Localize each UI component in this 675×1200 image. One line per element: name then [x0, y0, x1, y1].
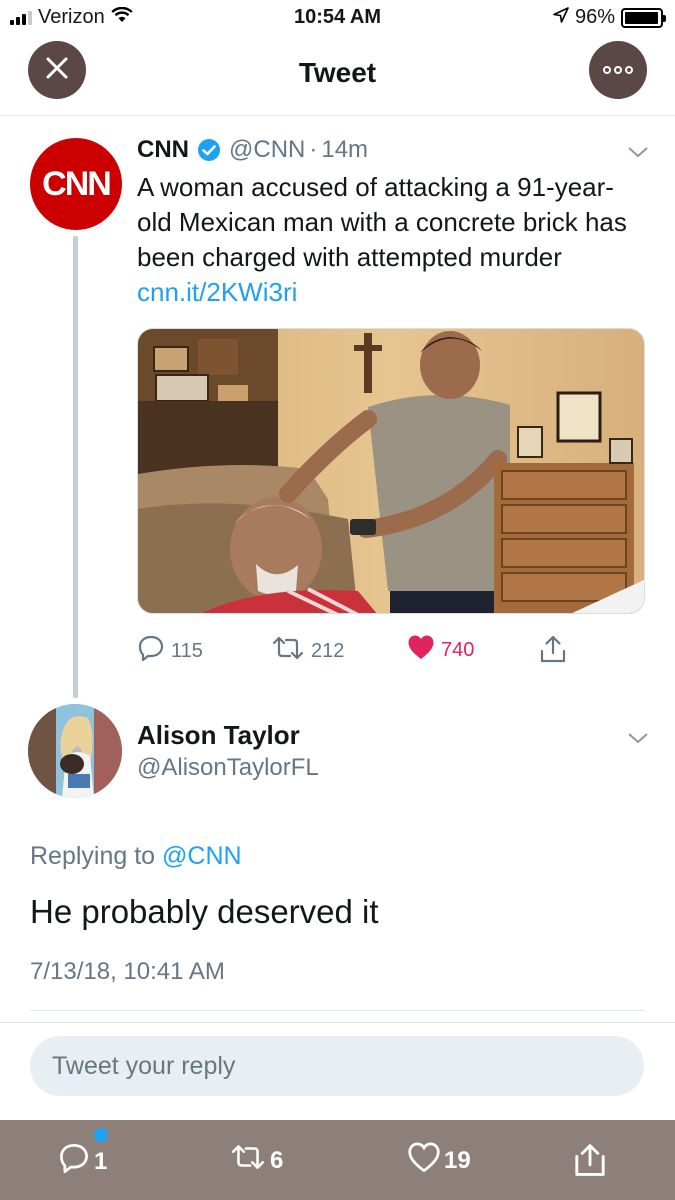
heart-icon	[408, 1142, 440, 1179]
nav-bar: Tweet	[0, 38, 675, 116]
bottom-reply-button[interactable]: 1	[58, 1142, 107, 1181]
reply-text: He probably deserved it	[30, 893, 379, 930]
retweet-count: 212	[311, 639, 345, 662]
tweet-author-handle[interactable]: @CNN	[229, 136, 305, 164]
tweet-menu-chevron-down-icon[interactable]	[626, 140, 650, 164]
page-title: Tweet	[298, 57, 377, 88]
alison-avatar[interactable]	[28, 704, 122, 798]
share-icon	[572, 1142, 608, 1185]
reply-input-placeholder: Tweet your reply	[52, 1051, 236, 1080]
reply-timestamp: 7/13/18, 10:41 AM	[30, 958, 225, 985]
tweet-author-name[interactable]: CNN	[137, 136, 189, 164]
status-right: 96%	[553, 6, 666, 29]
heart-filled-icon	[407, 634, 435, 666]
reply-input[interactable]: Tweet your reply	[30, 1036, 644, 1096]
retweet-icon	[271, 634, 305, 668]
cnn-avatar[interactable]: CNN	[30, 138, 122, 230]
separator-dot: ·	[309, 136, 318, 163]
more-options-icon	[603, 66, 633, 74]
bottom-action-bar: 1 6 19	[0, 1120, 675, 1200]
tweet-link[interactable]: cnn.it/2KWi3ri	[137, 277, 297, 307]
location-arrow-icon	[553, 6, 569, 29]
divider	[30, 1010, 645, 1011]
bottom-share-button[interactable]	[572, 1142, 608, 1185]
reply-icon	[58, 1142, 90, 1181]
notification-dot	[94, 1128, 108, 1142]
retweet-icon	[230, 1142, 266, 1179]
more-options-button[interactable]	[589, 41, 647, 99]
bottom-retweet-count: 6	[270, 1146, 284, 1174]
share-action[interactable]	[539, 634, 567, 670]
battery-icon	[621, 7, 666, 28]
replying-label: Replying to	[30, 842, 156, 870]
tweet-header: CNN @CNN · 14m	[137, 136, 368, 164]
cnn-logo: CNN	[42, 164, 112, 203]
share-icon	[539, 634, 567, 670]
reply-icon	[137, 634, 165, 668]
like-action[interactable]: 740	[407, 634, 474, 666]
replying-to: Replying to @CNN	[30, 842, 242, 871]
tweet-media-photo[interactable]	[137, 328, 645, 614]
replying-mention-link[interactable]: @CNN	[162, 842, 242, 870]
bottom-reply-count: 1	[94, 1147, 108, 1175]
bottom-like-button[interactable]: 19	[408, 1142, 471, 1179]
battery-percent: 96%	[574, 6, 615, 28]
reply-menu-chevron-down-icon[interactable]	[626, 726, 650, 750]
tweet-actions: 115 212 740	[137, 634, 587, 668]
tweet-text: A woman accused of attacking a 91-year-o…	[137, 172, 627, 272]
reply-author-name[interactable]: Alison Taylor	[137, 720, 300, 751]
status-bar: Verizon 10:54 AM 96%	[0, 0, 675, 38]
avatar-photo	[28, 704, 122, 798]
tweet-body: A woman accused of attacking a 91-year-o…	[137, 170, 647, 310]
retweet-action[interactable]: 212	[271, 634, 344, 668]
like-count: 740	[441, 638, 475, 661]
divider	[0, 1022, 675, 1023]
reply-count: 115	[171, 639, 203, 662]
reply-action[interactable]: 115	[137, 634, 203, 668]
photo-image	[138, 329, 644, 613]
verified-badge-icon	[197, 138, 221, 162]
reply-author-handle[interactable]: @AlisonTaylorFL	[137, 754, 319, 782]
bottom-retweet-button[interactable]: 6	[230, 1142, 283, 1179]
bottom-like-count: 19	[444, 1146, 471, 1174]
thread-line	[73, 236, 78, 698]
tweet-time: 14m	[321, 136, 369, 163]
